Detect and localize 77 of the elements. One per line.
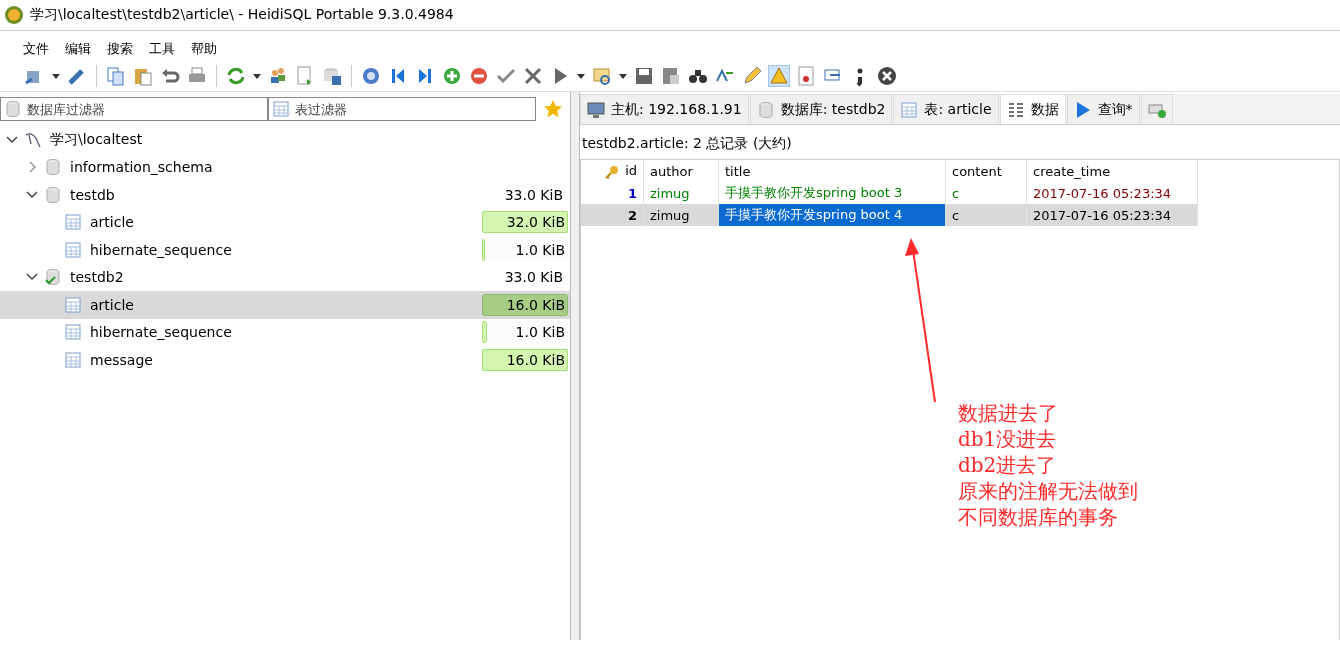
tree-label: hibernate_sequence (90, 241, 233, 258)
table-icon (64, 323, 82, 342)
tree-label: information_schema (70, 159, 214, 176)
database-icon (756, 100, 775, 119)
save-database-icon[interactable] (321, 65, 343, 87)
menu-item[interactable]: 工具 (148, 40, 176, 58)
size-text: 1.0 KiB (515, 324, 566, 341)
pencil-icon[interactable] (741, 65, 763, 87)
table-icon (64, 295, 82, 314)
remove-icon[interactable] (468, 65, 490, 87)
monitor-icon (587, 100, 605, 119)
stop-icon[interactable] (876, 65, 898, 87)
table-icon (64, 240, 82, 259)
tree-item[interactable]: information_schema (0, 153, 570, 181)
record-count-text: testdb2.article: 2 总记录 (大约) (581, 134, 793, 153)
table-icon (272, 100, 290, 118)
size-text: 16.0 KiB (506, 296, 566, 313)
tab[interactable]: 数据库: testdb2 (749, 94, 893, 124)
save-icon[interactable] (633, 65, 655, 87)
dolphin-icon (24, 130, 42, 149)
menu-item[interactable]: 文件 (22, 40, 50, 58)
star-icon[interactable] (542, 98, 564, 120)
find-icon[interactable] (591, 65, 613, 87)
tab[interactable]: 数据 (999, 94, 1066, 124)
table-cell[interactable]: 2 (581, 204, 644, 226)
tree-item[interactable]: article 32.0 KiB (0, 208, 570, 236)
table-cell[interactable]: 手摸手教你开发spring boot 4 (718, 204, 946, 226)
column-header[interactable]: id (581, 160, 644, 182)
table-cell[interactable]: 2017-07-16 05:23:34 (1026, 204, 1198, 226)
tree-label: 学习\localtest (50, 130, 144, 149)
tree-label: article (90, 214, 135, 231)
size-text: 1.0 KiB (515, 241, 566, 258)
grid-icon (1006, 100, 1025, 119)
save-as-icon[interactable] (660, 65, 682, 87)
table-cell[interactable]: zimug (643, 204, 719, 226)
tree-label: article (90, 296, 135, 313)
menu-item[interactable]: 搜索 (106, 40, 134, 58)
database-filter-field[interactable]: 数据库过滤器 (0, 97, 268, 121)
table-icon (64, 213, 82, 232)
tree-label: hibernate_sequence (90, 324, 233, 341)
window-title: 学习\localtest\testdb2\article\ - HeidiSQL Portable 9.3.0.4984 (30, 6, 454, 24)
tree-item[interactable]: hibernate_sequence 1.0 KiB (0, 318, 570, 346)
table-filter-field[interactable]: 表过滤器 (268, 97, 536, 121)
table-icon (64, 350, 82, 369)
close-icon[interactable] (522, 65, 544, 87)
add-icon[interactable] (441, 65, 463, 87)
database-icon (4, 100, 22, 118)
tree-item[interactable]: article 16.0 KiB (0, 291, 570, 319)
menu-item[interactable]: 帮助 (190, 40, 218, 58)
tab[interactable]: 表: article (893, 94, 999, 124)
tree-item[interactable]: 学习\localtest (0, 126, 570, 154)
size-text: 32.0 KiB (506, 214, 566, 231)
app-logo-icon (4, 5, 24, 25)
tab[interactable]: 主机: 192.168.1.91 (580, 94, 749, 124)
table-icon (900, 100, 919, 119)
tab[interactable]: 查询* (1066, 94, 1140, 124)
tree-item[interactable]: hibernate_sequence 1.0 KiB (0, 236, 570, 264)
table-cell[interactable]: c (945, 204, 1027, 226)
annotation-text: 数据进去了 db1没进去 db2进去了 原来的注解无法做到 不同数据库的事务 (958, 400, 1138, 530)
tree-item[interactable]: testdb 33.0 KiB (0, 181, 570, 209)
refresh-icon[interactable] (225, 65, 247, 87)
size-text: 33.0 KiB (504, 269, 564, 286)
column-header[interactable]: content (945, 160, 1027, 182)
copy-icon[interactable] (105, 65, 127, 87)
column-header[interactable]: create_time (1026, 160, 1198, 182)
column-header[interactable]: title (718, 160, 946, 182)
new-tab-button[interactable] (1140, 94, 1173, 124)
tree-item[interactable]: message 16.0 KiB (0, 346, 570, 374)
size-text: 16.0 KiB (506, 351, 566, 368)
tree-label: testdb2 (70, 269, 125, 286)
size-text: 33.0 KiB (504, 186, 564, 203)
warning-icon[interactable] (768, 65, 790, 87)
tree-label: testdb (70, 186, 116, 203)
column-header[interactable]: author (643, 160, 719, 182)
menu-item[interactable]: 编辑 (64, 40, 92, 58)
tree-item[interactable]: testdb2 33.0 KiB (0, 263, 570, 291)
tree-label: message (90, 351, 154, 368)
